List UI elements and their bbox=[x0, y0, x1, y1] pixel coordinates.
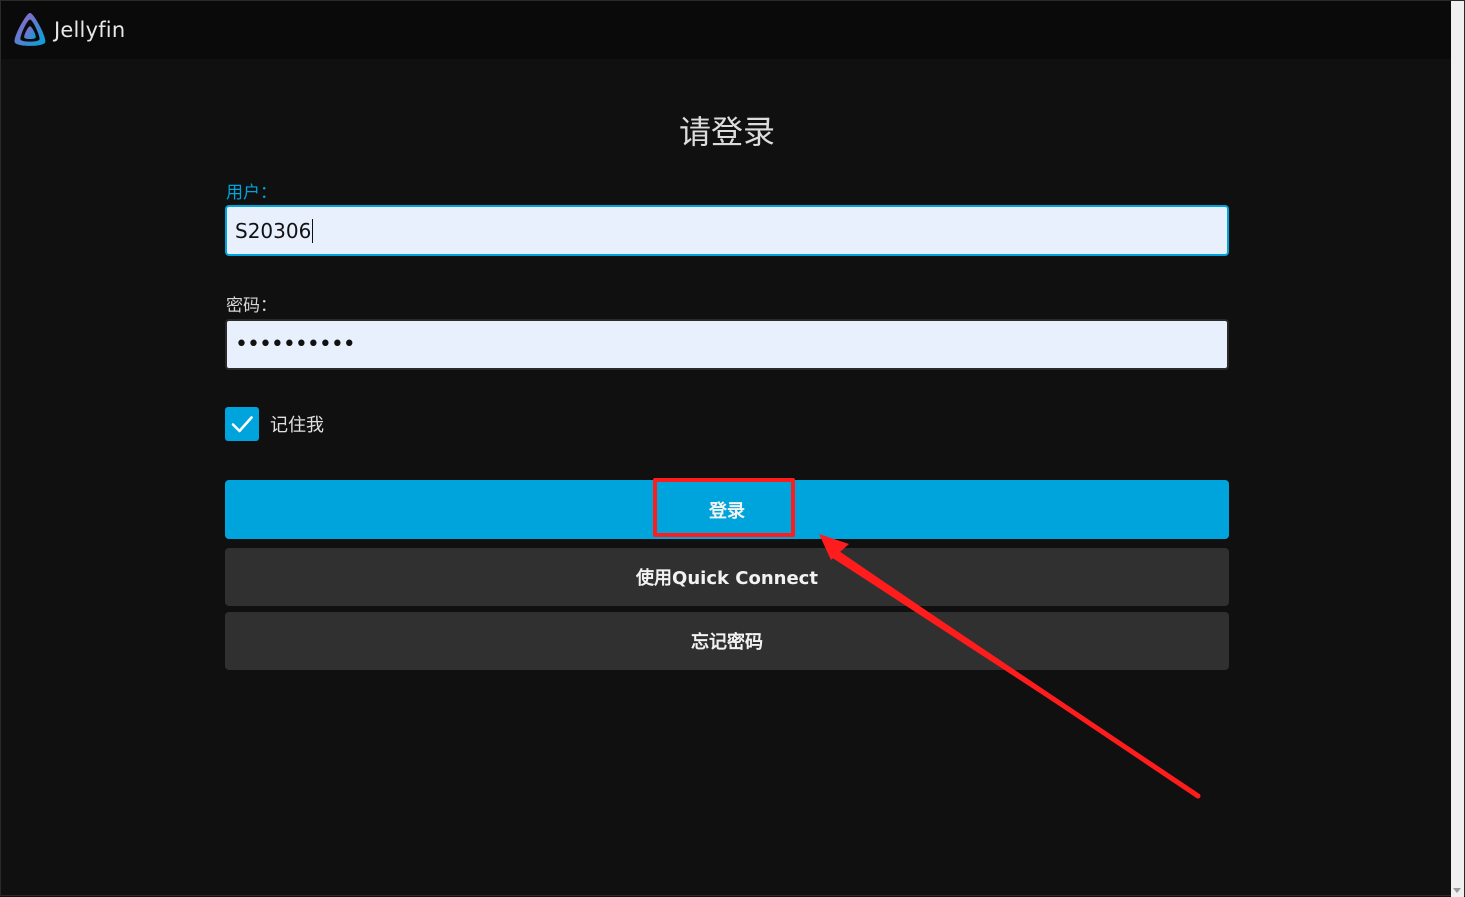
scrollbar[interactable] bbox=[1451, 1, 1464, 897]
checkmark-icon bbox=[231, 416, 253, 433]
quick-connect-label: 使用Quick Connect bbox=[636, 568, 818, 589]
username-label: 用户： bbox=[226, 183, 277, 203]
username-value: S20306 bbox=[235, 218, 312, 243]
password-value: •••••••••• bbox=[235, 332, 356, 357]
forgot-password-label: 忘记密码 bbox=[691, 632, 763, 653]
quick-connect-button[interactable]: 使用Quick Connect bbox=[225, 548, 1229, 606]
page-title: 请登录 bbox=[678, 113, 775, 151]
header-bar: Jellyfin bbox=[1, 1, 1453, 59]
home-logo-link[interactable]: Jellyfin bbox=[11, 11, 125, 49]
remember-me-checkbox[interactable] bbox=[225, 407, 259, 441]
remember-me-label: 记住我 bbox=[270, 415, 324, 436]
username-input[interactable]: S20306 bbox=[225, 205, 1229, 256]
password-label: 密码： bbox=[226, 296, 277, 316]
scroll-down-arrow-icon[interactable] bbox=[1453, 888, 1461, 893]
forgot-password-button[interactable]: 忘记密码 bbox=[225, 612, 1229, 670]
password-input[interactable]: •••••••••• bbox=[225, 319, 1229, 370]
app-window: Jellyfin 请登录 用户： S20306 密码： •••••••••• 记… bbox=[0, 0, 1465, 897]
app-name: Jellyfin bbox=[54, 18, 126, 42]
remember-me-row[interactable]: 记住我 bbox=[225, 407, 324, 441]
jellyfin-logo-icon bbox=[11, 11, 49, 49]
annotation-highlight-box bbox=[653, 478, 795, 537]
text-caret bbox=[312, 218, 314, 243]
